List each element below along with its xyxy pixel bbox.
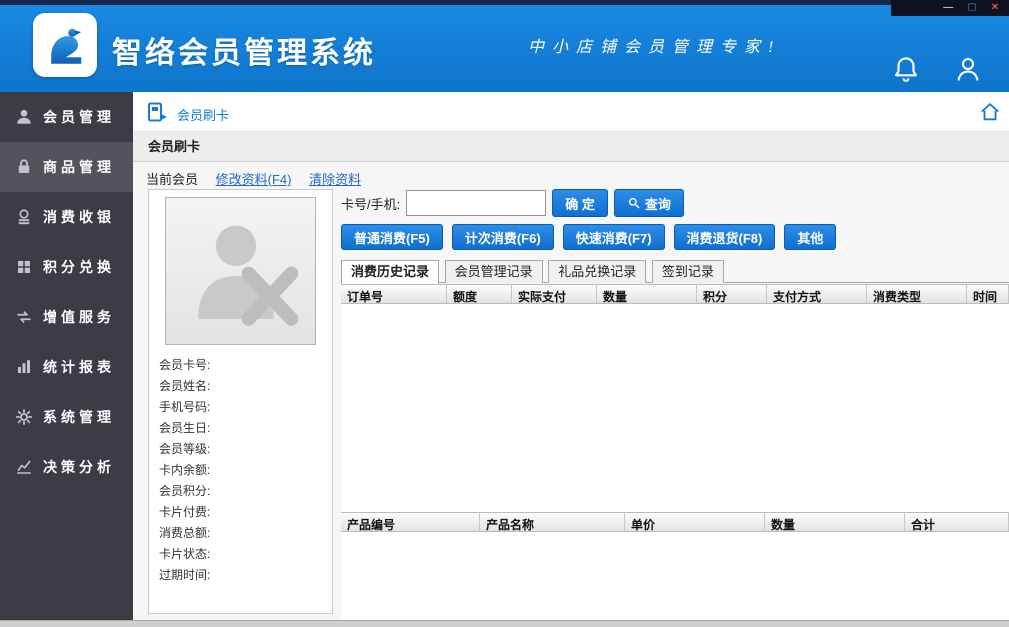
tab-checkin-records[interactable]: 签到记录 bbox=[652, 260, 724, 283]
history-table-header: 订单号 额度 实际支付 数量 积分 支付方式 消费类型 时间 bbox=[341, 284, 1009, 304]
sidebar-item-value-services[interactable]: 增值服务 bbox=[0, 292, 133, 342]
member-field-balance: 卡内余额: bbox=[159, 460, 322, 481]
sidebar-item-system-management[interactable]: 系统管理 bbox=[0, 392, 133, 442]
current-member-label: 当前会员 bbox=[146, 172, 198, 187]
window-bottom-border bbox=[0, 620, 1009, 627]
points-exchange-icon bbox=[15, 258, 33, 276]
col-total[interactable]: 合计 bbox=[905, 512, 1009, 532]
tab-gift-exchange-records[interactable]: 礼品兑换记录 bbox=[548, 260, 646, 283]
member-fields: 会员卡号: 会员姓名: 手机号码: 会员生日: 会员等级: 卡内余额: 会员积分… bbox=[149, 353, 332, 588]
product-table-body bbox=[341, 532, 1009, 620]
page-title: 会员刷卡 bbox=[133, 132, 1009, 162]
breadcrumb-bar: 会员刷卡 bbox=[133, 92, 1009, 132]
app-tagline: 中小店铺会员管理专家! bbox=[528, 33, 781, 57]
sidebar-item-label: 积分兑换 bbox=[43, 257, 115, 277]
gear-icon bbox=[15, 408, 33, 426]
col-product-name[interactable]: 产品名称 bbox=[480, 512, 625, 532]
sidebar-item-cashier[interactable]: 消费收银 bbox=[0, 192, 133, 242]
col-payment-method[interactable]: 支付方式 bbox=[767, 284, 867, 304]
count-consume-button[interactable]: 计次消费(F6) bbox=[452, 224, 554, 250]
sidebar-item-member-management[interactable]: 会员管理 bbox=[0, 92, 133, 142]
current-member-row: 当前会员 修改资料(F4) 清除资料 bbox=[146, 169, 361, 188]
col-amount[interactable]: 额度 bbox=[447, 284, 512, 304]
member-field-points: 会员积分: bbox=[159, 481, 322, 502]
sidebar-item-product-management[interactable]: 商品管理 bbox=[0, 142, 133, 192]
member-icon bbox=[15, 108, 33, 126]
sidebar-item-reports[interactable]: 统计报表 bbox=[0, 342, 133, 392]
edit-profile-link[interactable]: 修改资料(F4) bbox=[216, 172, 292, 187]
no-member-silhouette-icon bbox=[176, 208, 306, 334]
main-content: 当前会员 修改资料(F4) 清除资料 会员卡号: 会员姓名: 手机号码: 会员生… bbox=[133, 162, 1009, 620]
col-time[interactable]: 时间 bbox=[967, 284, 1009, 304]
sidebar-item-label: 增值服务 bbox=[43, 307, 115, 327]
member-field-birthday: 会员生日: bbox=[159, 418, 322, 439]
col-product-no[interactable]: 产品编号 bbox=[341, 512, 480, 532]
sidebar-item-label: 商品管理 bbox=[43, 157, 115, 177]
breadcrumb-label: 会员刷卡 bbox=[177, 105, 229, 124]
report-icon bbox=[15, 358, 33, 376]
record-tabs: 消费历史记录 会员管理记录 礼品兑换记录 签到记录 bbox=[341, 260, 1009, 283]
normal-consume-button[interactable]: 普通消费(F5) bbox=[341, 224, 443, 250]
sidebar-item-label: 会员管理 bbox=[43, 107, 115, 127]
home-icon[interactable] bbox=[979, 101, 1001, 123]
col-order-no[interactable]: 订单号 bbox=[341, 284, 447, 304]
window-controls: — ▢ ✕ bbox=[891, 0, 1009, 16]
sidebar-item-label: 系统管理 bbox=[43, 407, 115, 427]
sidebar-item-points-exchange[interactable]: 积分兑换 bbox=[0, 242, 133, 292]
refund-button[interactable]: 消费退货(F8) bbox=[674, 224, 776, 250]
member-photo-placeholder bbox=[165, 197, 316, 345]
sidebar-item-label: 消费收银 bbox=[43, 207, 115, 227]
window-minimize-button[interactable]: — bbox=[943, 0, 953, 16]
product-table-header: 产品编号 产品名称 单价 数量 合计 bbox=[341, 512, 1009, 532]
query-button[interactable]: 查询 bbox=[614, 189, 684, 217]
window-title-strip bbox=[0, 0, 1009, 5]
swipe-card-icon bbox=[145, 100, 169, 124]
sidebar-item-label: 决策分析 bbox=[43, 457, 115, 477]
window-maximize-button[interactable]: ▢ bbox=[967, 0, 976, 16]
consume-actions-row: 普通消费(F5) 计次消费(F6) 快速消费(F7) 消费退货(F8) 其他 bbox=[341, 224, 836, 250]
member-field-card-payment: 卡片付费: bbox=[159, 502, 322, 523]
card-search-input[interactable] bbox=[406, 190, 546, 216]
value-services-icon bbox=[15, 308, 33, 326]
card-search-label: 卡号/手机: bbox=[341, 194, 400, 213]
app-logo bbox=[33, 13, 97, 77]
magnifier-icon bbox=[627, 196, 641, 210]
member-field-expiry: 过期时间: bbox=[159, 565, 322, 586]
sidebar-item-decision-analysis[interactable]: 决策分析 bbox=[0, 442, 133, 492]
confirm-button[interactable]: 确 定 bbox=[552, 189, 608, 217]
tab-member-records[interactable]: 会员管理记录 bbox=[445, 260, 543, 283]
app-header: 智络会员管理系统 中小店铺会员管理专家! bbox=[0, 0, 1009, 92]
col-consume-type[interactable]: 消费类型 bbox=[867, 284, 967, 304]
col-actual-paid[interactable]: 实际支付 bbox=[512, 284, 597, 304]
sidebar: 会员管理 商品管理 消费收银 积分兑换 增值服务 统计报表 bbox=[0, 92, 133, 620]
query-button-label: 查询 bbox=[645, 194, 671, 213]
col-quantity[interactable]: 数量 bbox=[597, 284, 697, 304]
member-field-card-no: 会员卡号: bbox=[159, 355, 322, 376]
analysis-icon bbox=[15, 458, 33, 476]
card-search-row: 卡号/手机: 确 定 查询 bbox=[341, 188, 684, 218]
member-field-level: 会员等级: bbox=[159, 439, 322, 460]
member-field-card-status: 卡片状态: bbox=[159, 544, 322, 565]
col-product-quantity[interactable]: 数量 bbox=[765, 512, 905, 532]
swan-logo-icon bbox=[39, 19, 91, 71]
history-table-body bbox=[341, 304, 1009, 512]
bell-icon[interactable] bbox=[891, 54, 921, 84]
other-button[interactable]: 其他 bbox=[784, 224, 836, 250]
col-points[interactable]: 积分 bbox=[697, 284, 767, 304]
member-field-total-consumption: 消费总额: bbox=[159, 523, 322, 544]
app-title: 智络会员管理系统 bbox=[112, 28, 376, 72]
cashier-icon bbox=[15, 208, 33, 226]
transaction-pane: 卡号/手机: 确 定 查询 普通消费(F5) 计次消费(F6) 快速消费(F7)… bbox=[341, 162, 1009, 620]
tab-consume-history[interactable]: 消费历史记录 bbox=[341, 260, 439, 284]
quick-consume-button[interactable]: 快速消费(F7) bbox=[563, 224, 665, 250]
member-field-name: 会员姓名: bbox=[159, 376, 322, 397]
window-close-button[interactable]: ✕ bbox=[991, 0, 999, 16]
col-unit-price[interactable]: 单价 bbox=[625, 512, 765, 532]
member-field-phone: 手机号码: bbox=[159, 397, 322, 418]
user-icon[interactable] bbox=[953, 54, 983, 84]
member-info-panel: 会员卡号: 会员姓名: 手机号码: 会员生日: 会员等级: 卡内余额: 会员积分… bbox=[148, 189, 333, 614]
sidebar-item-label: 统计报表 bbox=[43, 357, 115, 377]
product-icon bbox=[15, 158, 33, 176]
